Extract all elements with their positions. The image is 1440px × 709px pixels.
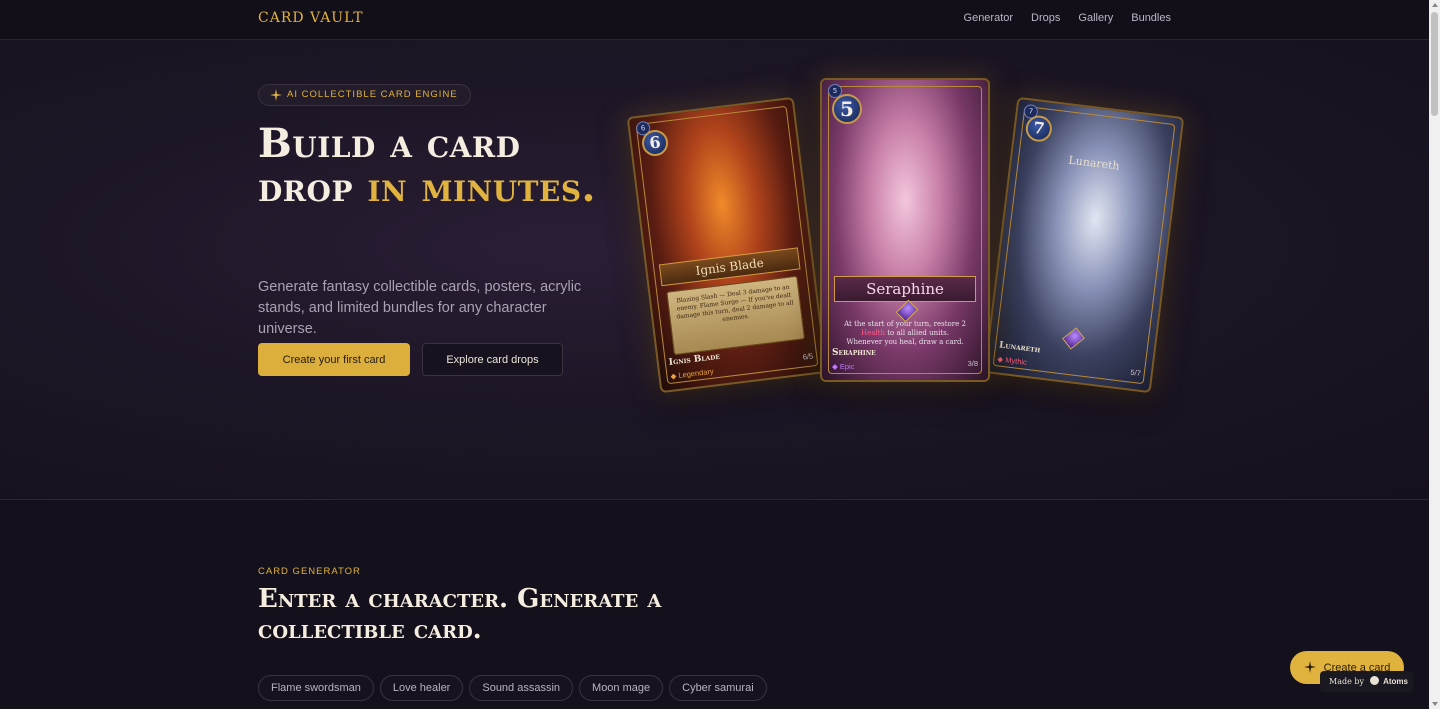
brand-logo[interactable]: CARD VAULT xyxy=(258,10,364,26)
card-ignis-blade[interactable]: 6 6 Ignis Blade Blazing Slash — Deal 3 d… xyxy=(626,96,828,394)
headline-line-1: Build a card xyxy=(258,120,521,167)
create-first-card-button[interactable]: Create your first card xyxy=(258,343,410,376)
nav-links: Generator Drops Gallery Bundles xyxy=(964,12,1171,24)
hero-lede: Generate fantasy collectible cards, post… xyxy=(258,279,582,337)
sparkle-icon xyxy=(1304,661,1316,673)
hero-badge: AI COLLECTIBLE CARD ENGINE xyxy=(258,84,471,106)
rarity-gem-icon: ◆ xyxy=(996,354,1004,364)
nav-item-generator[interactable]: Generator xyxy=(964,12,1014,24)
explore-card-drops-button[interactable]: Explore card drops xyxy=(422,343,563,376)
card-stat: 3/8 xyxy=(967,359,978,368)
made-by-name: Atoms xyxy=(1383,677,1408,686)
scroll-up-arrow-icon[interactable] xyxy=(1432,3,1438,7)
card-banner: Seraphine xyxy=(834,276,976,302)
card-seraphine[interactable]: 5 5 Seraphine At the start of your turn,… xyxy=(820,78,990,382)
made-by-prefix: Made by xyxy=(1329,677,1364,686)
atoms-logo-icon xyxy=(1369,676,1379,685)
hero-headline: Build a card drop in minutes. xyxy=(258,122,618,210)
card-text-part-a: At the start of your turn, restore 2 xyxy=(844,320,966,328)
made-by-badge[interactable]: Made by Atoms xyxy=(1320,671,1413,692)
card-ability-text: At the start of your turn, restore 2 Hea… xyxy=(842,320,968,347)
nav-item-gallery[interactable]: Gallery xyxy=(1078,12,1113,24)
headline-gold: in minutes. xyxy=(367,164,596,211)
section-label: CARD GENERATOR xyxy=(258,566,361,577)
chip-cyber-samurai[interactable]: Cyber samurai xyxy=(669,675,767,701)
chip-flame-swordsman[interactable]: Flame swordsman xyxy=(258,675,374,701)
chip-moon-mage[interactable]: Moon mage xyxy=(579,675,664,701)
top-nav: CARD VAULT Generator Drops Gallery Bundl… xyxy=(0,0,1429,40)
chip-love-healer[interactable]: Love healer xyxy=(379,675,464,701)
card-stat: 5/7 xyxy=(1129,367,1142,378)
headline-line-2: drop xyxy=(258,164,368,211)
rarity-label: Epic xyxy=(839,362,855,371)
rarity-gem-icon: ◆ xyxy=(832,362,838,371)
nav-item-bundles[interactable]: Bundles xyxy=(1131,12,1171,24)
sparkle-icon xyxy=(270,89,282,101)
badge-label: AI COLLECTIBLE CARD ENGINE xyxy=(287,89,458,100)
card-stat: 6/5 xyxy=(802,351,814,362)
scroll-down-arrow-icon[interactable] xyxy=(1432,702,1438,706)
card-name: Seraphine xyxy=(832,348,876,358)
card-lunareth[interactable]: 7 7 Lunareth Lunareth ◆ Mythic 5/7 xyxy=(983,96,1185,394)
card-cost: 5 xyxy=(832,94,862,124)
scrollbar-thumb[interactable] xyxy=(1431,12,1438,116)
nav-item-drops[interactable]: Drops xyxy=(1031,12,1060,24)
rarity-gem-icon: ◆ xyxy=(670,371,677,381)
card-text-highlight: Health xyxy=(861,329,885,337)
prompt-chips: Flame swordsman Love healer Sound assass… xyxy=(258,675,767,701)
card-rarity: ◆ Epic xyxy=(832,362,854,371)
chip-sound-assassin[interactable]: Sound assassin xyxy=(469,675,574,701)
page-scrollbar[interactable] xyxy=(1429,0,1440,709)
section-title: Enter a character. Generate a collectibl… xyxy=(258,584,662,645)
